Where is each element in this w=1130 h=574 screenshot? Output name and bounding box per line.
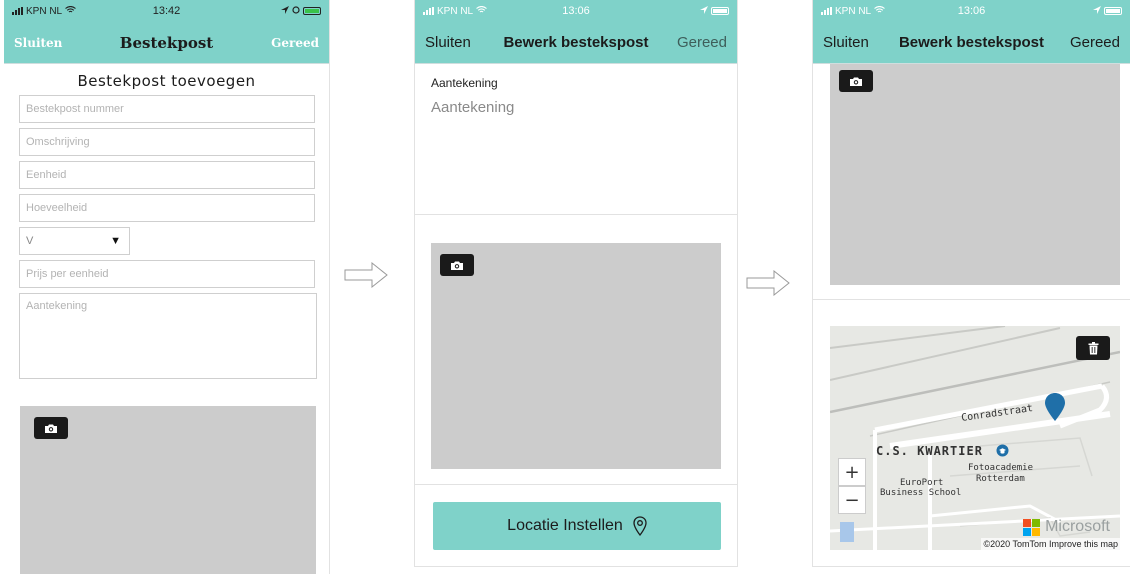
camera-button[interactable] — [440, 254, 474, 276]
zoom-in-button[interactable]: + — [838, 458, 866, 486]
map-district-label: C.S. KWARTIER — [876, 444, 983, 458]
map-poi-label-line2: Business School — [880, 488, 962, 498]
status-bar: KPN NL 13:06 — [813, 0, 1130, 22]
page-title: Bewerk bestekspost — [898, 34, 1045, 51]
form-title: Bestekpost toevoegen — [77, 72, 256, 90]
page-title: Bestekpost — [119, 33, 214, 52]
description-input[interactable] — [19, 128, 315, 156]
nav-bar: Sluiten Bestekpost Gereed — [4, 22, 329, 64]
signal-icon — [423, 7, 434, 15]
price-per-unit-input[interactable] — [19, 260, 315, 288]
location-pin-icon — [633, 516, 647, 536]
location-pin-icon — [1045, 393, 1065, 421]
battery-icon — [303, 7, 321, 15]
status-time: 13:06 — [957, 5, 986, 17]
close-button[interactable]: Sluiten — [425, 34, 471, 51]
done-button[interactable]: Gereed — [271, 36, 319, 50]
nav-bar: Sluiten Bewerk bestekspost Gereed — [813, 22, 1130, 64]
arrow-right-icon — [344, 262, 388, 288]
map-brand-logo: Microsoft — [1023, 518, 1110, 536]
screen-add-bestekpost: KPN NL 13:42 Sluiten Bestekpost Gereed B… — [4, 0, 330, 574]
note-label: Aantekening — [431, 76, 498, 90]
map-poi-label-line1: EuroPort — [900, 478, 944, 488]
carrier-label: KPN NL — [835, 5, 872, 17]
unit-input[interactable] — [19, 161, 315, 189]
page-title: Bewerk bestekspost — [503, 34, 649, 51]
arrow-right-icon — [746, 270, 790, 296]
school-icon — [996, 444, 1009, 457]
caret-down-icon: ▼ — [110, 235, 121, 247]
camera-icon — [850, 77, 862, 86]
location-arrow-icon — [1093, 5, 1101, 17]
location-map[interactable]: Conradstraat C.S. KWARTIER Fotoacademie … — [830, 326, 1120, 550]
photo-placeholder[interactable] — [830, 64, 1120, 285]
screen-edit-bestekspost-location: KPN NL 13:06 Sluiten Bewerk bestekspost … — [812, 0, 1130, 567]
carrier-label: KPN NL — [437, 5, 474, 17]
section-divider — [813, 299, 1130, 300]
location-arrow-icon — [700, 5, 708, 17]
battery-icon — [711, 7, 729, 15]
camera-icon — [451, 261, 463, 270]
alarm-icon — [292, 5, 300, 17]
battery-icon — [1104, 7, 1122, 15]
type-select[interactable]: V ▼ — [19, 227, 130, 255]
done-button[interactable]: Gereed — [677, 34, 727, 51]
map-brand-label: Microsoft — [1045, 518, 1110, 535]
type-select-value: V — [26, 235, 34, 247]
screen-edit-bestekspost: KPN NL 13:06 Sluiten Bewerk bestekspost … — [414, 0, 738, 567]
photo-placeholder[interactable] — [20, 406, 316, 574]
photo-placeholder[interactable] — [431, 243, 721, 469]
map-copyright[interactable]: ©2020 TomTom Improve this map — [981, 538, 1120, 550]
status-time: 13:06 — [562, 5, 590, 17]
camera-button[interactable] — [34, 417, 68, 439]
camera-button[interactable] — [839, 70, 873, 92]
note-section: Aantekening — [415, 64, 737, 215]
zoom-out-button[interactable]: − — [838, 486, 866, 514]
status-bar: KPN NL 13:42 — [4, 0, 329, 22]
camera-icon — [45, 424, 57, 433]
signal-icon — [12, 7, 23, 15]
set-location-button[interactable]: Locatie Instellen — [433, 502, 721, 550]
signal-icon — [821, 7, 832, 15]
close-button[interactable]: Sluiten — [14, 36, 62, 50]
wifi-icon — [874, 5, 885, 17]
trash-icon — [1088, 341, 1098, 354]
wifi-icon — [65, 5, 76, 17]
quantity-input[interactable] — [19, 194, 315, 222]
wifi-icon — [476, 5, 487, 17]
nav-bar: Sluiten Bewerk bestekspost Gereed — [415, 22, 737, 64]
location-arrow-icon — [281, 5, 289, 17]
location-section: Locatie Instellen — [415, 484, 737, 566]
microsoft-logo-icon — [1023, 518, 1041, 536]
status-bar: KPN NL 13:06 — [415, 0, 737, 22]
note-input[interactable] — [431, 99, 721, 116]
delete-location-button[interactable] — [1076, 336, 1110, 360]
done-button[interactable]: Gereed — [1070, 34, 1120, 51]
close-button[interactable]: Sluiten — [823, 34, 869, 51]
carrier-label: KPN NL — [26, 5, 63, 17]
set-location-label: Locatie Instellen — [507, 517, 623, 534]
map-poi-label-line1: Fotoacademie — [968, 463, 1034, 473]
note-textarea[interactable] — [19, 293, 317, 379]
status-time: 13:42 — [152, 5, 181, 17]
bestekpost-number-input[interactable] — [19, 95, 315, 123]
map-poi-label-line2: Rotterdam — [976, 474, 1025, 484]
